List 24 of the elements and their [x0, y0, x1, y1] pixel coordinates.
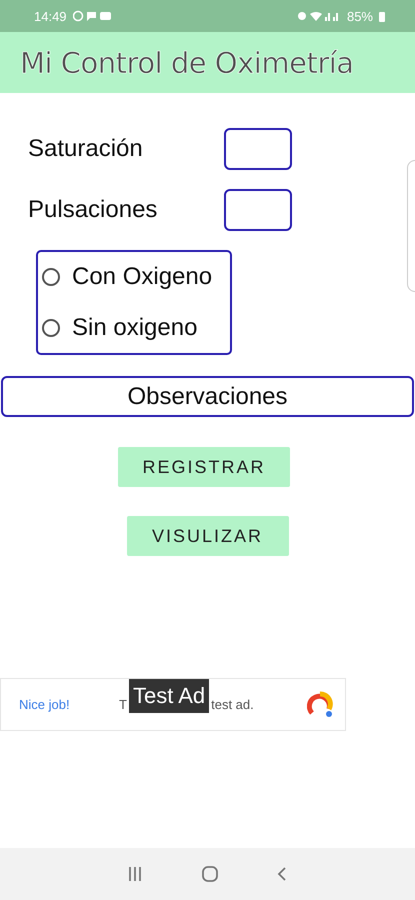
ad-banner[interactable]: Nice job! T Test Ad test ad. — [0, 678, 346, 731]
action-button[interactable]: REGISTRAR — [118, 447, 290, 487]
home-icon[interactable] — [200, 865, 218, 883]
action-button[interactable]: VISULIZAR — [126, 516, 288, 556]
radio-option[interactable]: Sin oxigeno — [42, 314, 230, 342]
ad-logo-icon — [307, 690, 333, 718]
signal-icons — [296, 10, 341, 22]
test-ad-label: Test Ad — [128, 679, 210, 713]
status-time: 14:49 — [34, 8, 67, 24]
ad-headline: Nice job! — [19, 697, 71, 712]
battery-level: 85% — [346, 8, 373, 24]
battery-icon — [379, 10, 385, 22]
app-title: Mi Control de Oximetría — [20, 46, 354, 80]
field-label: Saturación — [28, 135, 144, 163]
ad-text: T — [119, 697, 127, 712]
input-field[interactable] — [224, 189, 292, 231]
ad-text: test ad. — [211, 697, 254, 712]
recent-apps-icon[interactable] — [127, 866, 144, 882]
field-label: Pulsaciones — [28, 196, 158, 224]
radio-option[interactable]: Con Oxigeno — [42, 263, 230, 292]
notification-icons — [72, 10, 113, 22]
input-field[interactable] — [224, 128, 292, 170]
observations-field[interactable]: Observaciones — [1, 376, 414, 417]
back-icon[interactable] — [276, 866, 288, 882]
